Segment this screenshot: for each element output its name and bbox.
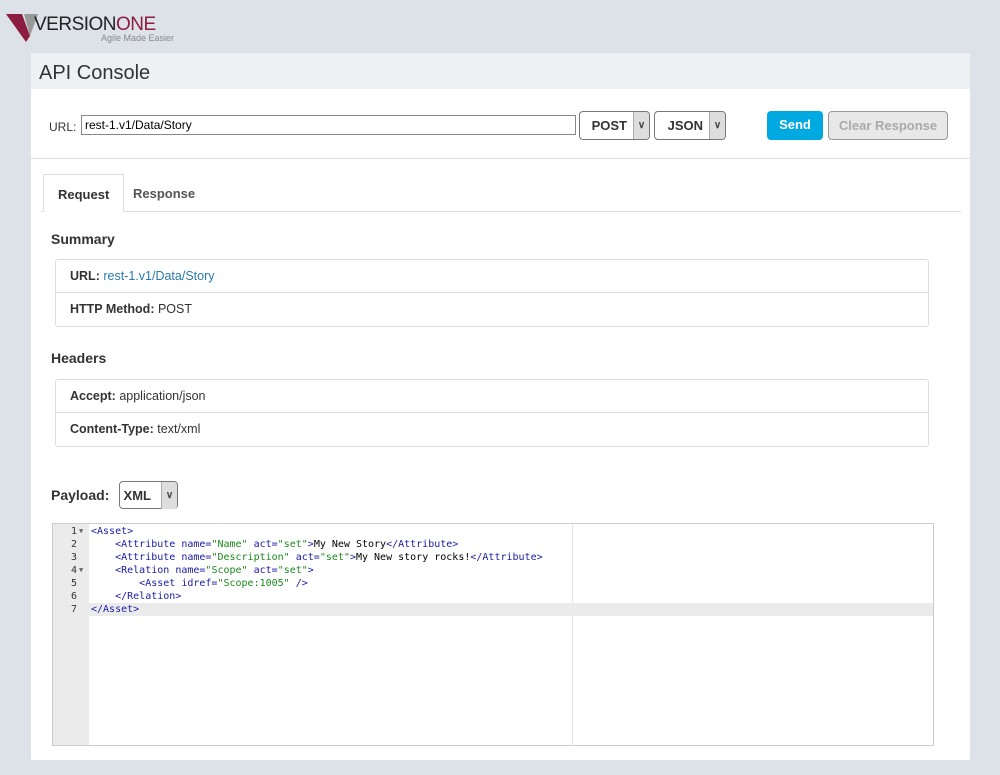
header-accept-row: Accept: application/json (56, 380, 928, 413)
code-line: 2 <Attribute name="Name" act="set">My Ne… (53, 538, 933, 551)
payload-code-editor[interactable]: 1 ▼ <Asset> 2 <Attribute name="Name" act="s… (52, 523, 934, 746)
line-number: 1 (70, 526, 77, 537)
chevron-down-icon: ∨ (633, 112, 649, 139)
send-button[interactable]: Send (767, 111, 823, 140)
code-text: </Relation> (91, 590, 181, 603)
code-token: act= (289, 552, 320, 563)
tab-request[interactable]: Request (43, 174, 125, 212)
code-text: <Asset idref="Scope:1005" /> (91, 577, 308, 590)
payload-format-select[interactable]: XML ∨ (119, 481, 178, 509)
header-content-type-row: Content-Type: text/xml (70, 422, 201, 436)
clear-response-button[interactable]: Clear Response (828, 111, 948, 140)
code-token: <Relation (115, 565, 176, 576)
format-select[interactable]: JSON ∨ (654, 111, 726, 140)
summary-method-row: HTTP Method: POST (70, 302, 193, 316)
code-token: My New Story (313, 539, 387, 550)
code-line: 6 </Relation> (53, 590, 933, 603)
code-line: 3 <Attribute name="Description" act="set… (53, 551, 933, 564)
code-token: </Attribute> (386, 539, 459, 550)
code-line: 4 ▼ <Relation name="Scope" act="set"> (53, 564, 933, 577)
code-token: name= (181, 552, 212, 563)
code-token: <Attribute (115, 552, 182, 563)
page-title: API Console (31, 53, 970, 89)
code-token: /> (289, 578, 308, 589)
code-token: "Name" (211, 539, 248, 550)
code-text: </Asset> (91, 603, 139, 616)
fold-arrow-icon[interactable]: ▼ (79, 525, 83, 538)
url-input[interactable] (81, 115, 576, 135)
url-row: URL: POST∨ JSON∨ Send Clear Response (31, 111, 970, 159)
summary-heading: Summary (51, 231, 115, 247)
tab-response[interactable]: Response (119, 174, 209, 212)
code-text: <Relation name="Scope" act="set"> (91, 564, 314, 577)
code-text: <Attribute name="Description" act="set">… (91, 551, 543, 564)
svg-text:Agile Made Easier: Agile Made Easier (101, 33, 174, 43)
code-token: <Asset (139, 578, 182, 589)
headers-heading: Headers (51, 350, 107, 366)
summary-url-row: URL: rest-1.v1/Data/Story (56, 260, 928, 293)
tab-bar: Request Response (41, 174, 961, 212)
code-token: </Attribute> (470, 552, 543, 563)
code-token: act= (247, 565, 278, 576)
code-token: "Scope:1005" (217, 578, 290, 589)
code-token: </Relation> (115, 591, 182, 602)
line-number: 3 (70, 552, 77, 563)
code-text: <Attribute name="Name" act="set">My New … (91, 538, 458, 551)
url-label: URL: (49, 120, 77, 134)
line-number: 2 (70, 539, 77, 550)
code-token: "set" (277, 539, 308, 550)
method-select[interactable]: POST ∨ (579, 111, 650, 140)
code-token: My New story rocks! (355, 552, 471, 563)
code-token: <Attribute (115, 539, 182, 550)
code-line: 1 ▼ <Asset> (53, 525, 933, 538)
chevron-down-icon: ∨ (161, 482, 177, 509)
summary-url-link[interactable]: rest-1.v1/Data/Story (103, 269, 214, 283)
code-token: name= (181, 539, 212, 550)
code-token: "set" (319, 552, 350, 563)
line-number: 5 (70, 578, 77, 589)
line-number: 7 (70, 604, 77, 615)
code-token: name= (175, 565, 206, 576)
code-token: "set" (277, 565, 308, 576)
code-token: "Description" (211, 552, 290, 563)
code-line: 7 </Asset> (53, 603, 933, 616)
svg-text:VERSIONONE: VERSIONONE (34, 14, 156, 35)
code-token: act= (247, 539, 278, 550)
code-token: idref= (181, 578, 218, 589)
code-token: > (307, 565, 314, 576)
fold-arrow-icon[interactable]: ▼ (79, 564, 83, 577)
versionone-logo: VERSIONONE Agile Made Easier (6, 14, 174, 43)
headers-box: Accept: application/json Content-Type: t… (55, 379, 929, 447)
summary-box: URL: rest-1.v1/Data/Story HTTP Method: P… (55, 259, 929, 327)
code-text: <Asset> (91, 525, 133, 538)
code-line: 5 <Asset idref="Scope:1005" /> (53, 577, 933, 590)
api-console-panel: API Console URL: POST∨ JSON∨ Send Clear … (31, 53, 970, 760)
line-number: 4 (70, 565, 77, 576)
payload-label: Payload: (51, 487, 110, 503)
line-number: 6 (70, 591, 77, 602)
code-token: "Scope" (205, 565, 248, 576)
chevron-down-icon: ∨ (709, 112, 725, 139)
code-token: </Asset> (91, 604, 140, 615)
code-token: <Asset> (91, 526, 134, 537)
